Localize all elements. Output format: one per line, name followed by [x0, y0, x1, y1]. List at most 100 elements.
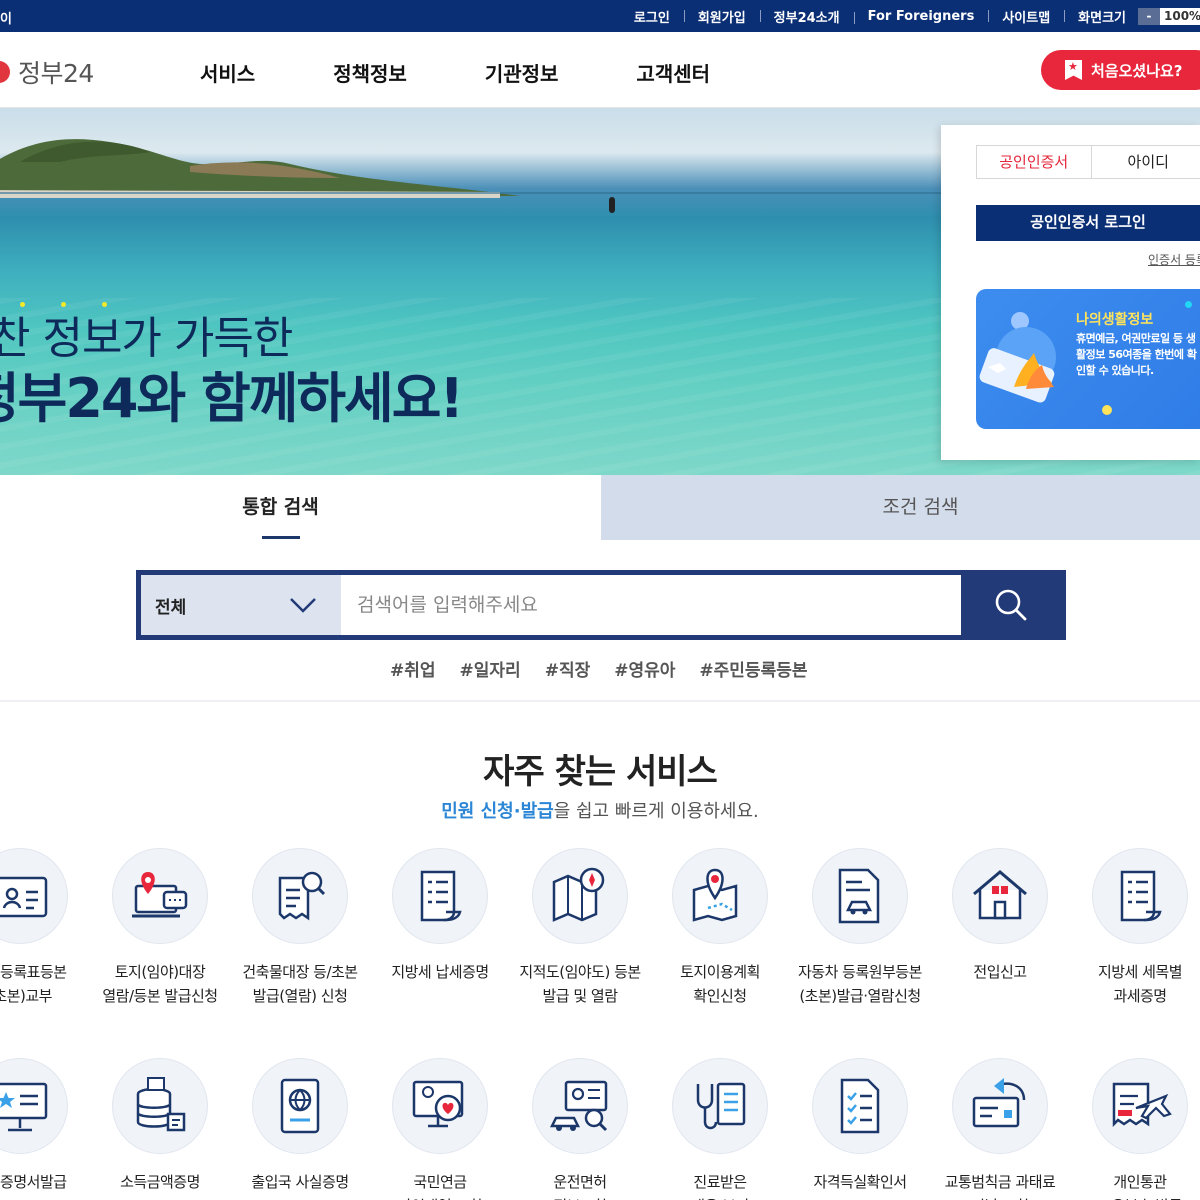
- service-label-line-1: 개인통관: [1113, 1173, 1167, 1191]
- certificate-register-link[interactable]: 인증서 등록: [1148, 251, 1200, 268]
- plane-ticket-icon: [1112, 1082, 1172, 1128]
- font-size-decrease-button[interactable]: -: [1138, 7, 1160, 25]
- main-nav: 서비스 정책정보 기관정보 고객센터: [200, 58, 788, 87]
- hashtag-item[interactable]: #취업: [390, 656, 436, 681]
- service-item[interactable]: 주민등록표등본 (초본)교부: [0, 848, 90, 1008]
- service-label-line-2: (초본)발급·열람신청: [799, 987, 921, 1005]
- service-item[interactable]: 자동차 등록원부등본 (초본)발급·열람신청: [790, 848, 930, 1008]
- hashtag-item[interactable]: #영유아: [614, 656, 675, 681]
- service-item[interactable]: 자격증명서발급: [0, 1058, 90, 1194]
- swimmer-figure: [609, 197, 615, 213]
- search-category-value: 전체: [155, 597, 187, 618]
- hashtag-item[interactable]: #직장: [545, 656, 591, 681]
- service-icon-circle: [812, 848, 908, 944]
- service-icon-circle: [392, 1058, 488, 1154]
- service-label-line-1: 주민등록표등본: [0, 963, 67, 981]
- service-item[interactable]: 자격득실확인서: [790, 1058, 930, 1194]
- service-label-line-2: 확인신청: [693, 987, 747, 1005]
- tab-integrated-search-label: 통합 검색: [242, 496, 319, 518]
- site-header: 정부24 서비스 정책정보 기관정보 고객센터 처음오셨나요?: [0, 32, 1200, 108]
- service-label: 자격증명서발급: [0, 1170, 90, 1194]
- foreigners-link[interactable]: For Foreigners: [853, 9, 989, 24]
- service-item[interactable]: 전입신고: [930, 848, 1070, 984]
- service-label-line-1: 출입국 사실증명: [251, 1173, 349, 1191]
- service-icon-circle: [1092, 848, 1188, 944]
- service-label: 출입국 사실증명: [230, 1170, 370, 1194]
- service-icon-circle: [252, 848, 348, 944]
- service-label: 전입신고: [930, 960, 1070, 984]
- service-icon-circle: [532, 848, 628, 944]
- id-card-icon: [0, 876, 48, 918]
- sitemap-link[interactable]: 사이트맵: [988, 7, 1064, 26]
- service-label-line-2: 고유부호 발급: [1070, 1194, 1200, 1200]
- login-tabs: 공인인증서 아이디: [976, 145, 1200, 179]
- certificate-login-button[interactable]: 공인인증서 로그인: [976, 205, 1200, 241]
- section-divider: [0, 700, 1200, 702]
- service-item[interactable]: 건축물대장 등/초본발급(열람) 신청: [230, 848, 370, 1008]
- hashtag-item[interactable]: #주민등록등본: [699, 656, 807, 681]
- first-visit-label: 처음오셨나요?: [1091, 61, 1183, 80]
- island-illustration: [0, 139, 520, 198]
- tab-id[interactable]: 아이디: [1091, 146, 1200, 178]
- service-label-line-2: 발급(열람) 신청: [252, 987, 348, 1005]
- service-item[interactable]: 토지(임야)대장 열람/등본 발급신청: [90, 848, 230, 1008]
- service-label-line-1: 건축물대장 등/초본: [242, 963, 358, 981]
- site-logo[interactable]: 정부24: [0, 54, 94, 90]
- service-label: 토지(임야)대장 열람/등본 발급신청: [90, 960, 230, 1008]
- hashtag-item[interactable]: #일자리: [460, 656, 521, 681]
- nav-policy[interactable]: 정책정보: [333, 58, 407, 87]
- service-label-line-1: 전입신고: [973, 963, 1027, 981]
- service-item[interactable]: 출입국 사실증명: [230, 1058, 370, 1194]
- signup-link[interactable]: 회원가입: [683, 7, 760, 26]
- service-item[interactable]: 진료받은내용 보기: [650, 1058, 790, 1200]
- document-search-icon: [278, 871, 326, 921]
- search-button[interactable]: [961, 575, 1061, 635]
- service-icon-circle: [1092, 1058, 1188, 1154]
- service-item[interactable]: 소득금액증명: [90, 1058, 230, 1194]
- search-input[interactable]: [341, 575, 961, 635]
- search-icon: [995, 589, 1027, 621]
- service-item[interactable]: 지방세 세목별 과세증명: [1070, 848, 1200, 1008]
- service-label: 운전면허정보조회: [510, 1170, 650, 1200]
- about-link[interactable]: 정부24소개: [759, 7, 854, 26]
- nav-services[interactable]: 서비스: [200, 58, 255, 87]
- tab-certificate[interactable]: 공인인증서: [977, 146, 1092, 178]
- monitor-star-icon: [0, 1082, 48, 1132]
- service-item[interactable]: 토지이용계획확인신청: [650, 848, 790, 1008]
- service-item[interactable]: 지적도(임야도) 등본 발급 및 열람: [510, 848, 650, 1008]
- map-compass-icon: [552, 867, 605, 922]
- first-visit-button[interactable]: 처음오셨나요?: [1041, 50, 1200, 90]
- tab-integrated-search[interactable]: 통합 검색: [0, 475, 601, 540]
- service-label-line-1: 자격증명서발급: [0, 1173, 67, 1191]
- hashtag-list: #취업 #일자리 #직장 #영유아 #주민등록등본: [390, 656, 832, 681]
- service-label-line-2: 미납 조회: [930, 1194, 1070, 1200]
- service-item[interactable]: 개인통관고유부호 발급: [1070, 1058, 1200, 1200]
- active-tab-underline: [262, 536, 300, 539]
- services-row-2: 자격증명서발급 소득금액증명출입국 사실증명 국민연금가입내역 조회운전면허정보조회…: [0, 1058, 1200, 1200]
- service-label: 자격득실확인서: [790, 1170, 930, 1194]
- search-category-select[interactable]: 전체: [141, 575, 341, 635]
- card-return-icon: [972, 1078, 1026, 1128]
- service-label: 지방세 납세증명: [370, 960, 510, 984]
- tab-condition-search[interactable]: 조건 검색: [601, 475, 1200, 540]
- service-label: 자동차 등록원부등본 (초본)발급·열람신청: [790, 960, 930, 1008]
- service-item[interactable]: 교통범칙금 과태료미납 조회: [930, 1058, 1070, 1200]
- login-link[interactable]: 로그인: [620, 7, 684, 26]
- service-item[interactable]: 국민연금가입내역 조회: [370, 1058, 510, 1200]
- carousel-dot[interactable]: [1102, 405, 1112, 415]
- search-box: 전체: [136, 570, 1066, 640]
- stethoscope-icon: [696, 1082, 746, 1130]
- service-item[interactable]: 운전면허정보조회: [510, 1058, 650, 1200]
- service-label-line-1: 토지이용계획: [680, 963, 760, 981]
- services-subtitle-rest: 을 쉽고 빠르게 이용하세요.: [553, 801, 759, 822]
- database-icon: [136, 1077, 186, 1132]
- service-label: 개인통관고유부호 발급: [1070, 1170, 1200, 1200]
- nav-customer-center[interactable]: 고객센터: [636, 58, 710, 87]
- service-icon-circle: [812, 1058, 908, 1154]
- service-item[interactable]: 지방세 납세증명: [370, 848, 510, 984]
- service-icon-circle: [392, 848, 488, 944]
- service-icon-circle: [672, 848, 768, 944]
- life-info-card[interactable]: 나의생활정보 휴면예금, 여권만료일 등 생활정보 56여종을 한번에 확인할 …: [976, 289, 1200, 429]
- nav-agency[interactable]: 기관정보: [485, 58, 559, 87]
- service-label: 토지이용계획확인신청: [650, 960, 790, 1008]
